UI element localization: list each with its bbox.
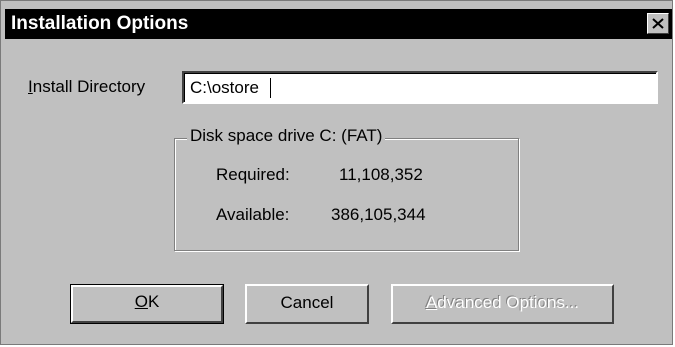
available-value: 386,105,344 [331, 205, 426, 224]
install-directory-input[interactable]: C:\ostore [182, 71, 658, 104]
text-caret [270, 78, 271, 98]
required-label: Required: [216, 165, 290, 184]
required-value: 11,108,352 [339, 165, 423, 184]
cancel-button[interactable]: Cancel [245, 284, 369, 324]
dialog-title: Installation Options [11, 13, 189, 34]
installation-options-dialog: Installation Options Install Directory C… [0, 0, 673, 345]
disk-space-legend: Disk space drive C: (FAT) [187, 126, 386, 146]
available-label: Available: [216, 205, 290, 224]
close-button[interactable] [647, 13, 669, 34]
disk-space-group [174, 138, 519, 251]
ok-button-label: OK [134, 292, 160, 311]
advanced-options-button[interactable]: Advanced Options... [391, 284, 614, 324]
ok-button[interactable]: OK [70, 284, 224, 324]
title-bar[interactable]: Installation Options [5, 9, 672, 39]
close-x-icon [652, 18, 664, 29]
install-directory-value: C:\ostore [190, 78, 259, 97]
install-directory-label: Install Directory [28, 77, 146, 96]
